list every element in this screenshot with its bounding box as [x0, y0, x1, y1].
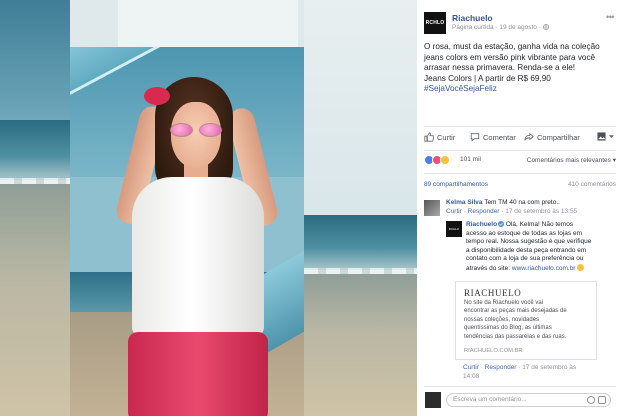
divider	[424, 173, 616, 174]
globe-icon	[542, 24, 549, 30]
comment-sort-dropdown[interactable]: Comentários mais relevantes ▾	[527, 156, 616, 164]
post-as-selector[interactable]	[597, 132, 614, 141]
hashtag-link[interactable]: #SejaVocêSejaFeliz	[424, 84, 616, 95]
post-photo[interactable]	[0, 0, 417, 416]
comments-count[interactable]: 410 comentários	[568, 181, 616, 188]
like-button[interactable]: Curtir	[424, 132, 455, 142]
shares-link[interactable]: 89 compartilhamentos	[424, 181, 488, 188]
divider	[424, 150, 616, 151]
wow-reaction-icon	[440, 155, 450, 165]
comment-like-link[interactable]: Curtir	[446, 208, 462, 215]
link-card-brand: RIACHUELO	[464, 288, 522, 298]
camera-icon[interactable]	[598, 396, 606, 404]
share-button[interactable]: Compartilhar	[524, 132, 580, 142]
divider	[424, 126, 616, 127]
site-link[interactable]: www.riachuelo.com.br	[512, 265, 576, 272]
comment-timestamp: · 17 de setembro às	[516, 364, 577, 371]
comment-icon	[470, 133, 480, 142]
pink-sunglasses	[170, 123, 222, 137]
comment-button[interactable]: Comentar	[470, 132, 516, 142]
smile-emoji	[577, 263, 585, 271]
link-preview-card[interactable]: RIACHUELO No site da Riachuelo você vai …	[455, 281, 597, 360]
comment-timestamp-cont: 14:08	[463, 372, 480, 380]
more-options-icon[interactable]: •••	[606, 12, 614, 22]
page-name-link[interactable]: Riachuelo	[452, 13, 493, 23]
post-header: RCHLO Riachuelo Página curtida · 19 de a…	[424, 12, 616, 34]
engagement-counts: 89 compartilhamentos 410 comentários	[424, 181, 616, 191]
comment-input[interactable]: Escreva um comentário...	[446, 393, 611, 407]
model-photo	[70, 47, 304, 416]
action-bar: Curtir Comentar Compartilhar	[424, 132, 620, 146]
background-photo-right	[304, 0, 417, 416]
comment-reply-link[interactable]: Responder	[468, 208, 500, 215]
decorative-shape	[118, 0, 298, 47]
current-user-avatar	[425, 392, 441, 408]
thumbs-up-icon	[424, 132, 434, 142]
commenter-avatar[interactable]	[424, 200, 440, 216]
divider	[424, 386, 616, 387]
comment-like-link[interactable]: Curtir	[463, 364, 479, 371]
comment-author[interactable]: Kelma Silva	[446, 199, 483, 206]
reactions-summary[interactable]: 101 mil Comentários mais relevantes ▾	[424, 155, 616, 167]
share-icon	[524, 132, 534, 141]
page-avatar[interactable]: RCHLO	[424, 12, 446, 34]
caret-down-icon	[609, 135, 614, 139]
comment-text: Tem TM 40 na com preto..	[482, 199, 560, 206]
comment-author[interactable]: Riachuelo	[466, 221, 497, 228]
page-reply-comment: Riachuelo Olá, Kelma! Não temos acesso a…	[466, 221, 592, 272]
pink-jeans	[128, 332, 268, 416]
link-card-description: No site da Riachuelo você vai encontrar …	[464, 300, 567, 340]
white-tshirt	[132, 177, 264, 337]
comment-timestamp: · 17 de setembro às 13:55	[499, 207, 578, 215]
post-caption: O rosa, must da estação, ganha vida na c…	[424, 42, 616, 95]
pink-scrunchie	[144, 87, 170, 105]
post-meta: Página curtida · 19 de agosto ·	[452, 24, 549, 31]
page-reply-actions: Curtir · Responder · 17 de setembro às 1…	[463, 364, 613, 381]
link-card-url: RIACHUELO.COM.BR	[464, 348, 523, 354]
comment-composer: Escreva um comentário...	[425, 392, 611, 410]
page-reply-avatar[interactable]: RCHLO	[446, 221, 462, 237]
comment: Kelma Silva Tem TM 40 na com preto.. Cur…	[446, 199, 578, 215]
emoji-icon[interactable]	[587, 396, 595, 404]
reaction-count[interactable]: 101 mil	[460, 156, 481, 163]
page-picture-icon	[597, 132, 606, 141]
background-photo-left	[0, 0, 70, 416]
comment-reply-link[interactable]: Responder	[485, 364, 517, 371]
